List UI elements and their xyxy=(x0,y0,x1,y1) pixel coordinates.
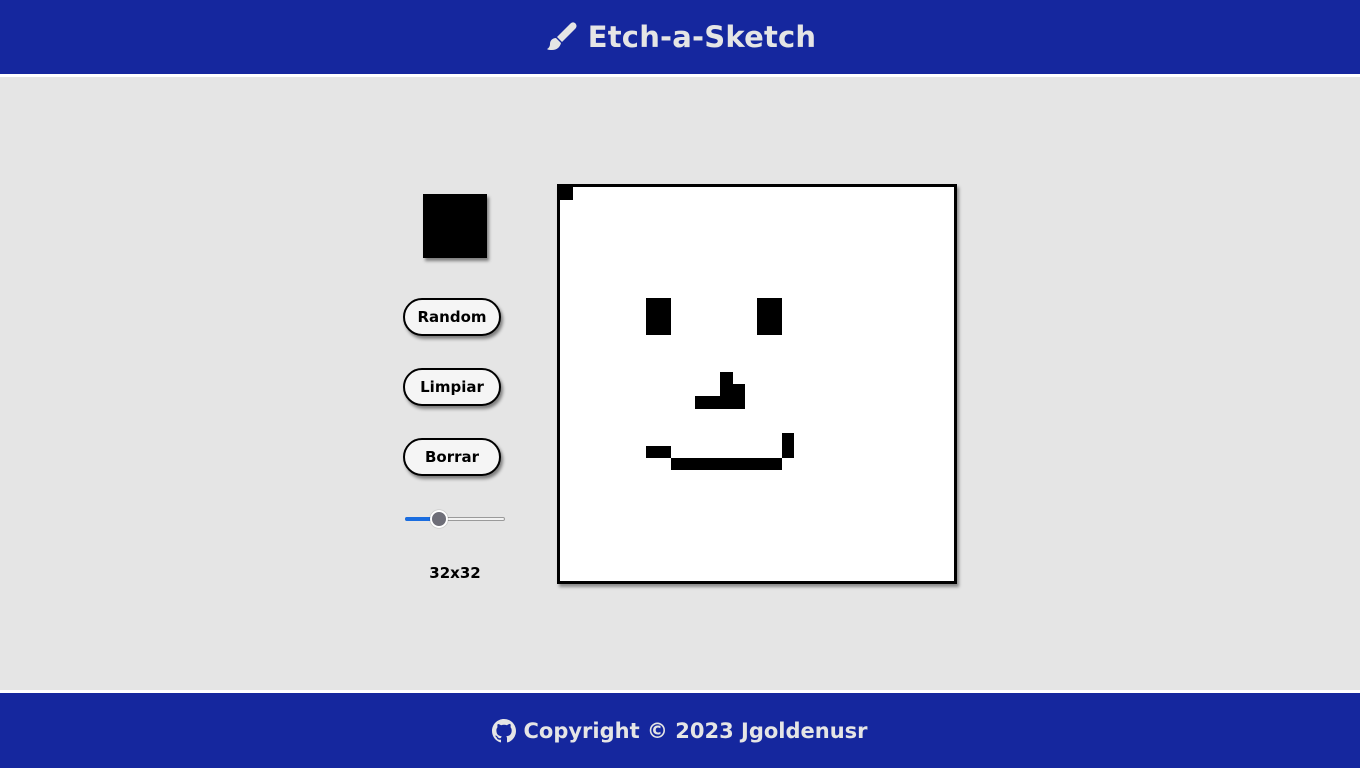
grid-size-label: 32x32 xyxy=(429,564,481,582)
grid-cell[interactable] xyxy=(707,457,721,471)
grid-cell[interactable] xyxy=(658,445,672,459)
grid-cell[interactable] xyxy=(695,457,709,471)
grid-cell[interactable] xyxy=(646,310,659,323)
drawing-board[interactable] xyxy=(557,184,957,584)
grid-cell[interactable] xyxy=(646,297,659,311)
grid-cell[interactable] xyxy=(757,457,770,471)
grid-cell[interactable] xyxy=(646,445,659,459)
pixel-grid[interactable] xyxy=(560,187,954,581)
grid-cell[interactable] xyxy=(744,457,758,471)
eraser-button[interactable]: Borrar xyxy=(403,438,501,476)
grid-cell[interactable] xyxy=(769,457,782,471)
grid-cell[interactable] xyxy=(732,457,745,471)
grid-cell[interactable] xyxy=(658,310,672,323)
grid-cell[interactable] xyxy=(560,187,573,200)
grid-cell[interactable] xyxy=(769,322,782,336)
github-icon[interactable] xyxy=(492,718,517,743)
grid-cell[interactable] xyxy=(670,457,684,471)
copyright-text: Copyright © 2023 Jgoldenusr xyxy=(523,718,868,743)
grid-cell[interactable] xyxy=(683,457,696,471)
grid-cell[interactable] xyxy=(757,297,770,311)
random-color-button[interactable]: Random xyxy=(403,298,501,336)
grid-cell[interactable] xyxy=(707,396,721,409)
slider-thumb[interactable] xyxy=(430,510,449,528)
clear-board-button[interactable]: Limpiar xyxy=(403,368,501,406)
grid-cell[interactable] xyxy=(720,371,733,385)
grid-cell[interactable] xyxy=(720,396,733,409)
color-picker[interactable] xyxy=(423,194,487,258)
grid-cell[interactable] xyxy=(658,297,672,311)
grid-size-slider[interactable] xyxy=(405,510,505,530)
site-footer: Copyright © 2023 Jgoldenusr xyxy=(0,690,1360,768)
grid-cell[interactable] xyxy=(732,384,745,397)
grid-cell[interactable] xyxy=(695,396,709,409)
grid-cell[interactable] xyxy=(769,297,782,311)
grid-cell[interactable] xyxy=(781,433,795,446)
paint-brush-icon xyxy=(544,19,580,55)
grid-cell[interactable] xyxy=(732,396,745,409)
grid-cell[interactable] xyxy=(781,445,795,459)
grid-cell[interactable] xyxy=(720,457,733,471)
grid-cell[interactable] xyxy=(646,322,659,336)
grid-cell[interactable] xyxy=(720,384,733,397)
grid-cell[interactable] xyxy=(757,310,770,323)
site-header: Etch-a-Sketch xyxy=(0,0,1360,77)
page-title: Etch-a-Sketch xyxy=(587,20,817,54)
grid-cell[interactable] xyxy=(757,322,770,336)
grid-cell[interactable] xyxy=(658,322,672,336)
grid-cell[interactable] xyxy=(769,310,782,323)
